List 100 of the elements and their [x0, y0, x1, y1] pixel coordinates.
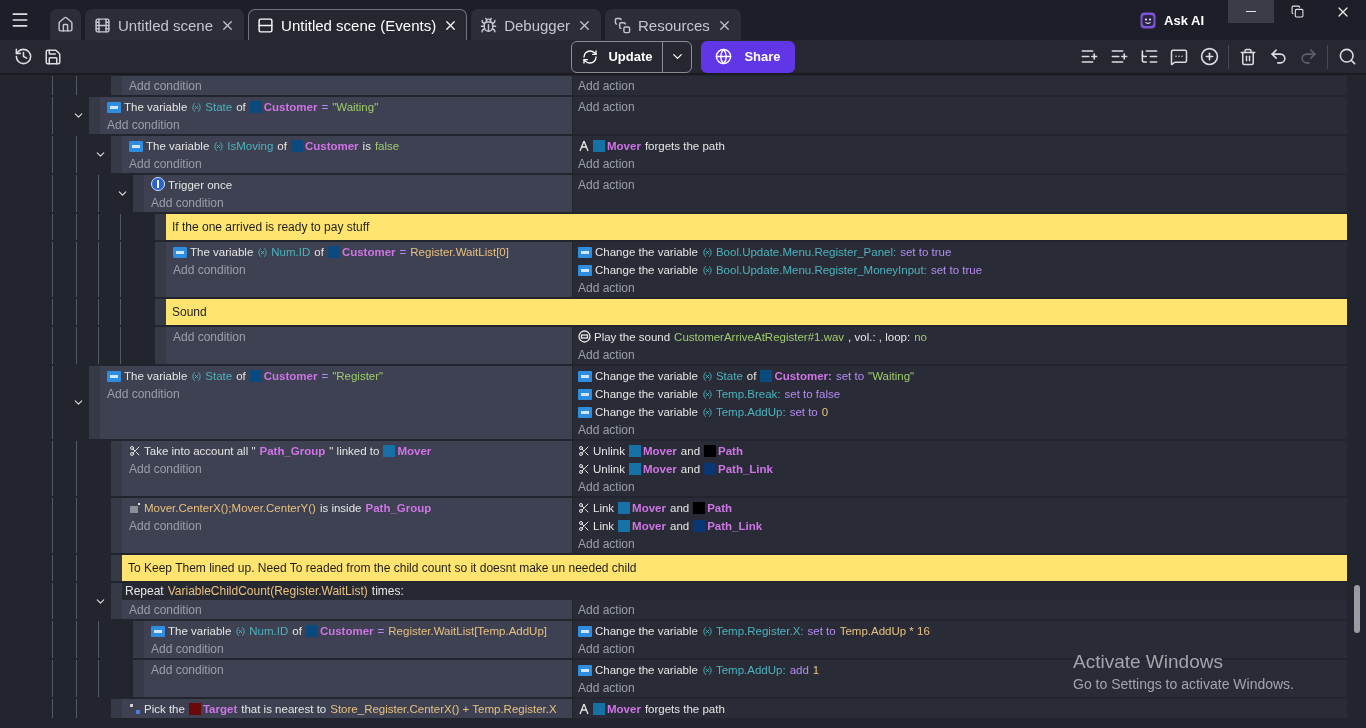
event-drag-handle[interactable]: [155, 327, 166, 364]
repeat-text: Repeat: [125, 584, 164, 598]
event-drag-handle[interactable]: [111, 699, 122, 718]
object-name: Customer:: [774, 370, 832, 382]
object-name: Path: [718, 445, 743, 457]
variable-name: State: [205, 370, 233, 382]
add-condition-link[interactable]: Add condition: [151, 640, 224, 658]
add-action-link[interactable]: Add action: [578, 346, 635, 364]
repeat-text: times:: [371, 584, 404, 598]
event-drag-handle[interactable]: [111, 441, 122, 496]
event-drag-handle[interactable]: [89, 366, 100, 439]
link-icon: [578, 520, 590, 532]
operator-text: set to: [789, 406, 818, 418]
home-tab[interactable]: [50, 9, 81, 40]
add-action-link[interactable]: Add action: [578, 679, 635, 697]
operator-text: set to: [835, 370, 865, 382]
add-condition-link[interactable]: Add condition: [129, 77, 202, 95]
event-drag-handle[interactable]: [133, 660, 144, 697]
trigger-icon: [151, 177, 165, 191]
event-drag-handle[interactable]: [111, 136, 122, 173]
condition-text: of: [277, 140, 287, 152]
add-action-link[interactable]: Add action: [578, 478, 635, 496]
add-action-link[interactable]: Add action: [578, 640, 635, 658]
variable-name: State: [205, 101, 233, 113]
string-value: "Waiting": [332, 101, 379, 113]
action-text: Change the variable: [595, 246, 698, 258]
event-drag-handle[interactable]: [155, 242, 166, 297]
event-drag-handle[interactable]: [133, 175, 144, 212]
add-action-link[interactable]: Add action: [578, 535, 635, 553]
operator-text: set to true: [900, 246, 952, 258]
home-icon: [57, 16, 74, 33]
action-text: Unlink: [593, 445, 625, 457]
add-action-link[interactable]: Add action: [578, 155, 635, 173]
add-condition-link[interactable]: Add condition: [107, 385, 180, 403]
editor-tab[interactable]: Debugger: [471, 9, 602, 40]
variable-icon: [578, 407, 592, 418]
add-condition-link[interactable]: Add condition: [151, 194, 224, 212]
event-drag-handle[interactable]: [133, 621, 144, 658]
robot-face-icon: [1140, 11, 1156, 29]
add-action-link[interactable]: Add action: [578, 77, 635, 95]
event-drag-handle[interactable]: [111, 583, 122, 619]
expression-text: Temp.AddUp * 16: [839, 625, 930, 637]
action-text: Change the variable: [595, 264, 698, 276]
event-drag-handle[interactable]: [111, 76, 122, 95]
condition-text: The variable: [146, 140, 210, 152]
condition-text: " linked to: [329, 445, 380, 457]
operator-text: set to: [807, 625, 836, 637]
add-condition-link[interactable]: Add condition: [107, 116, 180, 134]
add-action-link[interactable]: Add action: [578, 279, 635, 297]
condition-text: Take into account all ": [144, 445, 256, 457]
action-text: of: [746, 370, 757, 382]
event-drag-handle[interactable]: [155, 214, 166, 240]
event-drag-handle[interactable]: [111, 498, 122, 553]
condition-text: is inside: [319, 502, 362, 514]
action-text: Change the variable: [595, 664, 698, 676]
comment-note: To Keep Them lined up. Need To readed from the child count so it doesnt make un needed child: [122, 555, 1347, 581]
add-action-link[interactable]: Add action: [578, 98, 635, 116]
variable-icon: [578, 389, 592, 400]
string-value: "Register": [332, 370, 384, 382]
variable-name: Temp.AddUp:: [715, 406, 786, 418]
editor-tab[interactable]: Untitled scene: [85, 9, 245, 40]
add-action-link[interactable]: Add action: [578, 421, 635, 439]
add-condition-link[interactable]: Add condition: [129, 517, 202, 535]
event-drag-handle[interactable]: [155, 299, 166, 325]
condition-text: The variable: [168, 625, 232, 637]
action-text: Play the sound: [594, 331, 671, 343]
debugger-icon: [480, 16, 498, 34]
refresh-icon: [582, 48, 599, 65]
variable-name: IsMoving: [227, 140, 274, 152]
add-condition-link[interactable]: Add condition: [173, 261, 246, 279]
add-condition-link[interactable]: Add condition: [151, 661, 224, 679]
add-action-link[interactable]: Add action: [578, 176, 635, 194]
variable-icon: [173, 247, 187, 258]
add-action-link[interactable]: Add action: [578, 601, 635, 619]
share-button[interactable]: Share: [701, 40, 795, 73]
string-value: no: [914, 331, 927, 343]
variable-scope-icon: [235, 626, 247, 637]
add-condition-link[interactable]: Add condition: [173, 328, 246, 346]
ask-ai-button[interactable]: Ask AI: [1134, 0, 1210, 40]
scrollbar-thumb[interactable]: [1353, 585, 1360, 633]
event-drag-handle[interactable]: [89, 97, 100, 134]
add-condition-link[interactable]: Add condition: [129, 601, 202, 619]
condition-text: of: [236, 370, 246, 382]
event-drag-handle[interactable]: [111, 555, 122, 581]
variable-icon: [578, 265, 592, 276]
variable-name: Num.ID: [249, 625, 289, 637]
editor-tab[interactable]: Resources: [605, 9, 741, 40]
object-name: Customer: [341, 246, 396, 258]
add-condition-link[interactable]: Add condition: [129, 460, 202, 478]
expression-text: 0: [821, 406, 829, 418]
variable-icon: [578, 626, 592, 637]
variable-scope-icon: [191, 371, 203, 382]
action-text: and: [680, 463, 701, 475]
variable-name: Bool.Update.Menu.Register_Panel:: [715, 246, 897, 258]
add-condition-link[interactable]: Add condition: [129, 155, 202, 173]
variable-scope-icon: [701, 407, 713, 418]
object-name: Path_Group: [259, 445, 326, 457]
editor-tab[interactable]: Untitled scene (Events): [248, 9, 468, 40]
object-name: Mover: [642, 463, 677, 475]
operator-text: =: [399, 246, 407, 258]
